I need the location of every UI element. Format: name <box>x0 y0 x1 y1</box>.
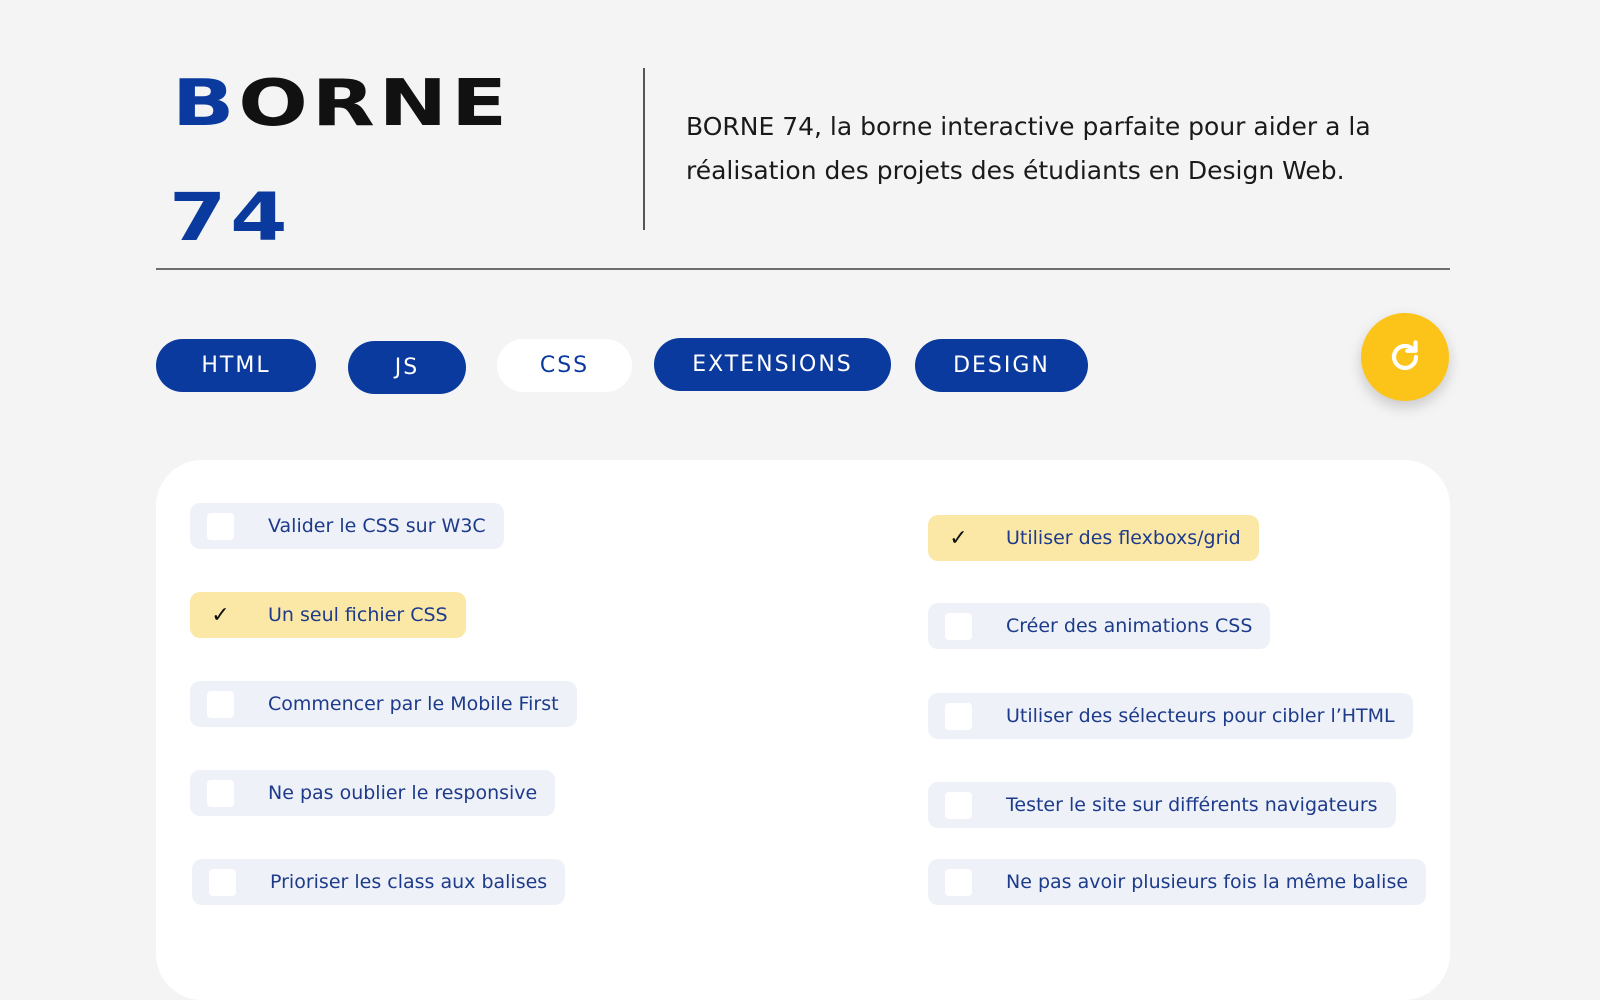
task-item-left-5[interactable]: Prioriser les class aux balises <box>192 859 566 905</box>
logo-number: 74 <box>169 179 292 256</box>
task-item-right-3[interactable]: Utiliser des sélecteurs pour cibler l’HT… <box>928 693 1413 739</box>
task-checkbox[interactable] <box>945 702 972 730</box>
task-item-right-2[interactable]: Créer des animations CSS <box>928 603 1271 649</box>
header-description: BORNE 74, la borne interactive parfaite … <box>686 112 1371 185</box>
checkmark-icon: ✓ <box>949 525 968 551</box>
task-label: Créer des animations CSS <box>1006 615 1253 637</box>
tab-js-label: JS <box>394 355 420 380</box>
task-checkbox[interactable] <box>207 512 234 540</box>
task-label: Ne pas oublier le responsive <box>268 782 538 804</box>
logo: BORNE 74 <box>169 72 507 251</box>
task-item-right-1[interactable]: ✓ Utiliser des flexboxs/grid <box>928 515 1259 561</box>
task-checkbox[interactable] <box>207 690 234 718</box>
tab-design[interactable]: DESIGN <box>915 339 1088 392</box>
tab-css[interactable]: CSS <box>497 339 632 392</box>
task-item-left-1[interactable]: Valider le CSS sur W3C <box>190 503 504 549</box>
tab-css-label: CSS <box>539 353 590 378</box>
tab-html[interactable]: HTML <box>156 339 316 392</box>
task-item-right-5[interactable]: Ne pas avoir plusieurs fois la même bali… <box>928 859 1427 905</box>
task-label: Prioriser les class aux balises <box>270 871 548 893</box>
task-item-right-4[interactable]: Tester le site sur différents navigateur… <box>928 782 1396 828</box>
tab-html-label: HTML <box>201 353 271 378</box>
task-label: Utiliser des sélecteurs pour cibler l’HT… <box>1006 705 1395 727</box>
task-checkbox[interactable] <box>945 791 972 819</box>
task-label: Commencer par le Mobile First <box>268 693 559 715</box>
task-label: Valider le CSS sur W3C <box>268 515 486 537</box>
header-horizontal-divider <box>156 268 1450 270</box>
task-item-left-3[interactable]: Commencer par le Mobile First <box>190 681 577 727</box>
refresh-button[interactable] <box>1361 313 1449 401</box>
task-checkbox[interactable] <box>209 868 236 896</box>
task-checkbox[interactable] <box>945 868 972 896</box>
task-label: Un seul fichier CSS <box>268 604 448 626</box>
task-checkbox[interactable] <box>207 779 234 807</box>
checkmark-icon: ✓ <box>211 602 230 628</box>
logo-title-rest: ORNE <box>238 67 511 141</box>
task-checkbox[interactable] <box>945 612 972 640</box>
task-item-left-4[interactable]: Ne pas oublier le responsive <box>190 770 556 816</box>
task-label: Utiliser des flexboxs/grid <box>1006 527 1241 549</box>
refresh-icon <box>1391 340 1419 371</box>
task-checkbox[interactable]: ✓ <box>945 525 972 552</box>
tab-extensions[interactable]: EXTENSIONS <box>654 338 891 391</box>
task-label: Ne pas avoir plusieurs fois la même bali… <box>1006 871 1409 893</box>
tab-js[interactable]: JS <box>348 341 466 394</box>
tab-extensions-label: EXTENSIONS <box>692 352 853 377</box>
task-checkbox[interactable]: ✓ <box>207 602 234 629</box>
task-item-left-2[interactable]: ✓ Un seul fichier CSS <box>190 592 466 638</box>
tab-design-label: DESIGN <box>953 353 1050 378</box>
logo-title: BORNE <box>172 72 511 136</box>
header-vertical-divider <box>643 68 645 230</box>
logo-accent-letter: B <box>172 67 239 141</box>
task-label: Tester le site sur différents navigateur… <box>1006 794 1378 816</box>
